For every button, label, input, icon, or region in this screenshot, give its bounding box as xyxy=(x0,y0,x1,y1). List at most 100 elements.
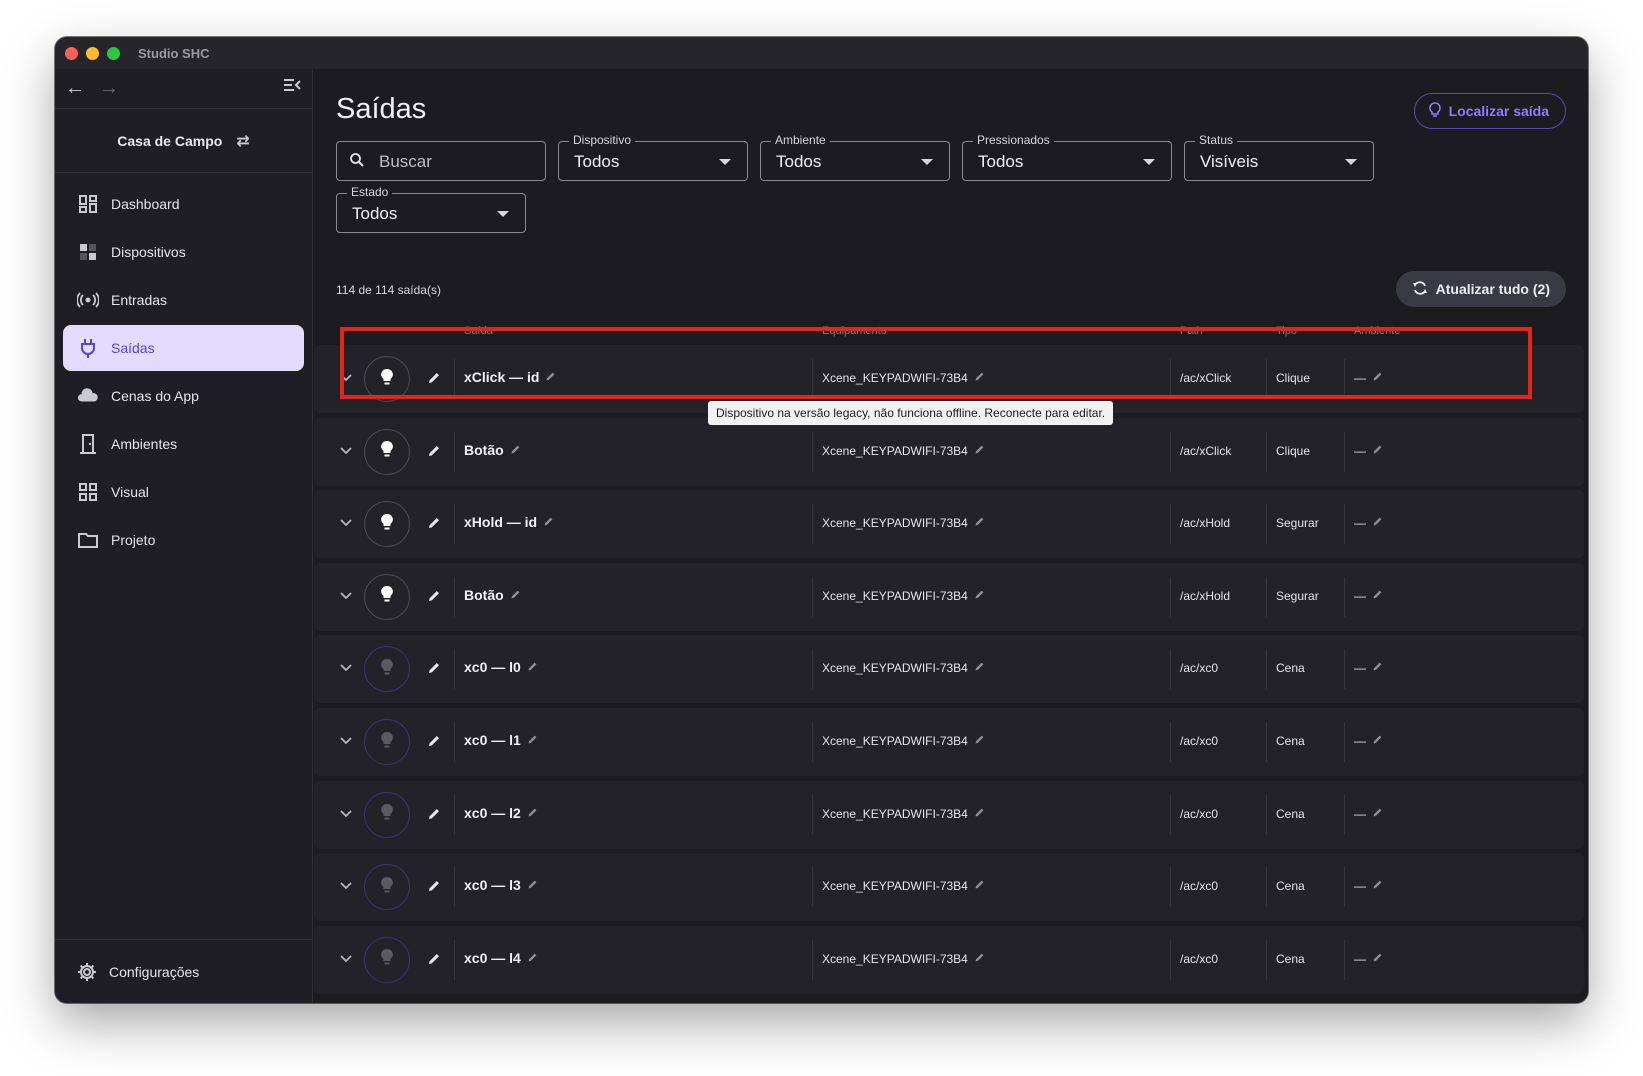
toggle-output-button[interactable] xyxy=(364,791,410,838)
sidebar-item-dispositivos[interactable]: Dispositivos xyxy=(63,229,304,275)
edit-output-button[interactable] xyxy=(427,444,441,463)
column-divider xyxy=(454,504,455,545)
toggle-output-button[interactable] xyxy=(364,573,410,620)
edit-output-button[interactable] xyxy=(427,516,441,535)
chevron-down-icon[interactable] xyxy=(340,805,352,823)
sidebar-item-ambientes[interactable]: Ambientes xyxy=(63,421,304,467)
pencil-icon[interactable] xyxy=(974,807,985,821)
toggle-output-button[interactable] xyxy=(364,646,410,693)
column-divider xyxy=(1266,649,1267,690)
close-window-button[interactable] xyxy=(65,46,78,60)
maximize-window-button[interactable] xyxy=(107,46,120,60)
ambiente-select[interactable]: Ambiente Todos xyxy=(760,133,950,181)
edit-output-button[interactable] xyxy=(427,879,441,898)
pencil-icon[interactable] xyxy=(527,950,538,966)
chevron-down-icon[interactable] xyxy=(340,659,352,677)
pencil-icon[interactable] xyxy=(974,952,985,966)
output-device: Xcene_KEYPADWIFI-73B4 xyxy=(822,661,985,675)
chevron-down-icon[interactable] xyxy=(340,877,352,895)
minimize-window-button[interactable] xyxy=(86,46,99,60)
output-type: Segurar xyxy=(1276,588,1319,603)
pencil-icon[interactable] xyxy=(510,587,521,603)
collapse-menu-icon[interactable] xyxy=(282,75,302,100)
project-switcher[interactable]: Casa de Campo ⇄ xyxy=(55,109,312,173)
pencil-icon[interactable] xyxy=(527,659,538,675)
pencil-icon[interactable] xyxy=(1372,589,1383,603)
pencil-icon[interactable] xyxy=(1372,807,1383,821)
pencil-icon[interactable] xyxy=(974,444,985,458)
output-room: — xyxy=(1354,516,1383,530)
output-type: Clique xyxy=(1276,443,1311,458)
pencil-icon[interactable] xyxy=(527,732,538,748)
chevron-down-icon[interactable] xyxy=(340,442,352,460)
pencil-icon[interactable] xyxy=(1372,371,1383,385)
dashboard-icon xyxy=(77,193,99,215)
back-arrow-icon[interactable]: ← xyxy=(65,77,85,100)
output-type: Clique xyxy=(1276,371,1311,385)
toggle-output-button[interactable] xyxy=(364,356,410,402)
pencil-icon[interactable] xyxy=(510,442,521,458)
pencil-icon[interactable] xyxy=(1372,444,1383,458)
edit-output-button[interactable] xyxy=(427,807,441,826)
column-divider xyxy=(1170,504,1171,545)
estado-select[interactable]: Estado Todos xyxy=(336,185,526,233)
sidebar-item-dashboard[interactable]: Dashboard xyxy=(63,181,304,227)
locate-output-button[interactable]: Localizar saída xyxy=(1413,93,1566,129)
search-input[interactable] xyxy=(379,150,529,174)
column-divider xyxy=(1170,867,1171,908)
sidebar-item-configuracoes[interactable]: Configurações xyxy=(55,939,312,1003)
edit-output-button[interactable] xyxy=(427,952,441,971)
pencil-icon[interactable] xyxy=(1372,516,1383,530)
edit-output-button[interactable] xyxy=(427,371,441,390)
output-device-text: Xcene_KEYPADWIFI-73B4 xyxy=(822,879,968,894)
chevron-down-icon[interactable] xyxy=(340,369,352,387)
edit-output-button[interactable] xyxy=(427,589,441,608)
dispositivo-select[interactable]: Dispositivo Todos xyxy=(558,133,748,181)
toggle-output-button[interactable] xyxy=(364,719,410,765)
column-divider xyxy=(454,722,455,762)
toggle-output-button[interactable] xyxy=(364,864,410,911)
pencil-icon[interactable] xyxy=(1372,952,1383,966)
toggle-output-button[interactable] xyxy=(364,936,410,983)
forward-arrow-icon[interactable]: → xyxy=(99,77,119,100)
edit-output-button[interactable] xyxy=(427,661,441,680)
pencil-icon[interactable] xyxy=(545,369,556,385)
pencil-icon[interactable] xyxy=(974,589,985,603)
pencil-icon[interactable] xyxy=(974,734,985,748)
output-path: /ac/xClick xyxy=(1180,443,1232,458)
chevron-down-icon[interactable] xyxy=(340,514,352,532)
column-divider xyxy=(1266,794,1267,835)
pressionados-select[interactable]: Pressionados Todos xyxy=(962,133,1172,181)
chevron-down-icon[interactable] xyxy=(340,732,352,750)
column-divider xyxy=(812,359,813,399)
refresh-all-button[interactable]: Atualizar tudo (2) xyxy=(1395,271,1566,307)
status-select[interactable]: Status Visíveis xyxy=(1184,133,1374,181)
output-device-text: Xcene_KEYPADWIFI-73B4 xyxy=(822,371,968,385)
sidebar-item-cenas-do-app[interactable]: Cenas do App xyxy=(63,373,304,419)
chevron-down-icon[interactable] xyxy=(340,950,352,968)
title-bar: Studio SHC xyxy=(55,37,1588,69)
door-icon xyxy=(77,433,99,455)
toggle-output-button[interactable] xyxy=(364,428,410,475)
sidebar-item-visual[interactable]: Visual xyxy=(63,469,304,515)
sidebar-menu: Dashboard Dispositivos Entradas Saídas C… xyxy=(55,173,312,563)
edit-output-button[interactable] xyxy=(427,734,441,753)
output-name-text: xc0 — l2 xyxy=(464,804,521,821)
toggle-output-button[interactable] xyxy=(364,501,410,548)
pencil-icon[interactable] xyxy=(1372,734,1383,748)
pencil-icon[interactable] xyxy=(974,661,985,675)
sidebar-item-entradas[interactable]: Entradas xyxy=(63,277,304,323)
pencil-icon[interactable] xyxy=(1372,661,1383,675)
pencil-icon[interactable] xyxy=(527,805,538,821)
pencil-icon[interactable] xyxy=(527,877,538,893)
sidebar-item-projeto[interactable]: Projeto xyxy=(63,517,304,563)
pencil-icon[interactable] xyxy=(974,516,985,530)
pencil-icon[interactable] xyxy=(974,371,985,385)
pencil-icon[interactable] xyxy=(543,514,554,530)
pencil-icon[interactable] xyxy=(1372,879,1383,893)
pencil-icon[interactable] xyxy=(974,879,985,893)
sidebar-item-label: Projeto xyxy=(111,532,156,548)
chevron-down-icon[interactable] xyxy=(340,587,352,605)
sidebar-item-saidas[interactable]: Saídas xyxy=(63,325,304,371)
status-value: Visíveis xyxy=(1200,152,1259,171)
